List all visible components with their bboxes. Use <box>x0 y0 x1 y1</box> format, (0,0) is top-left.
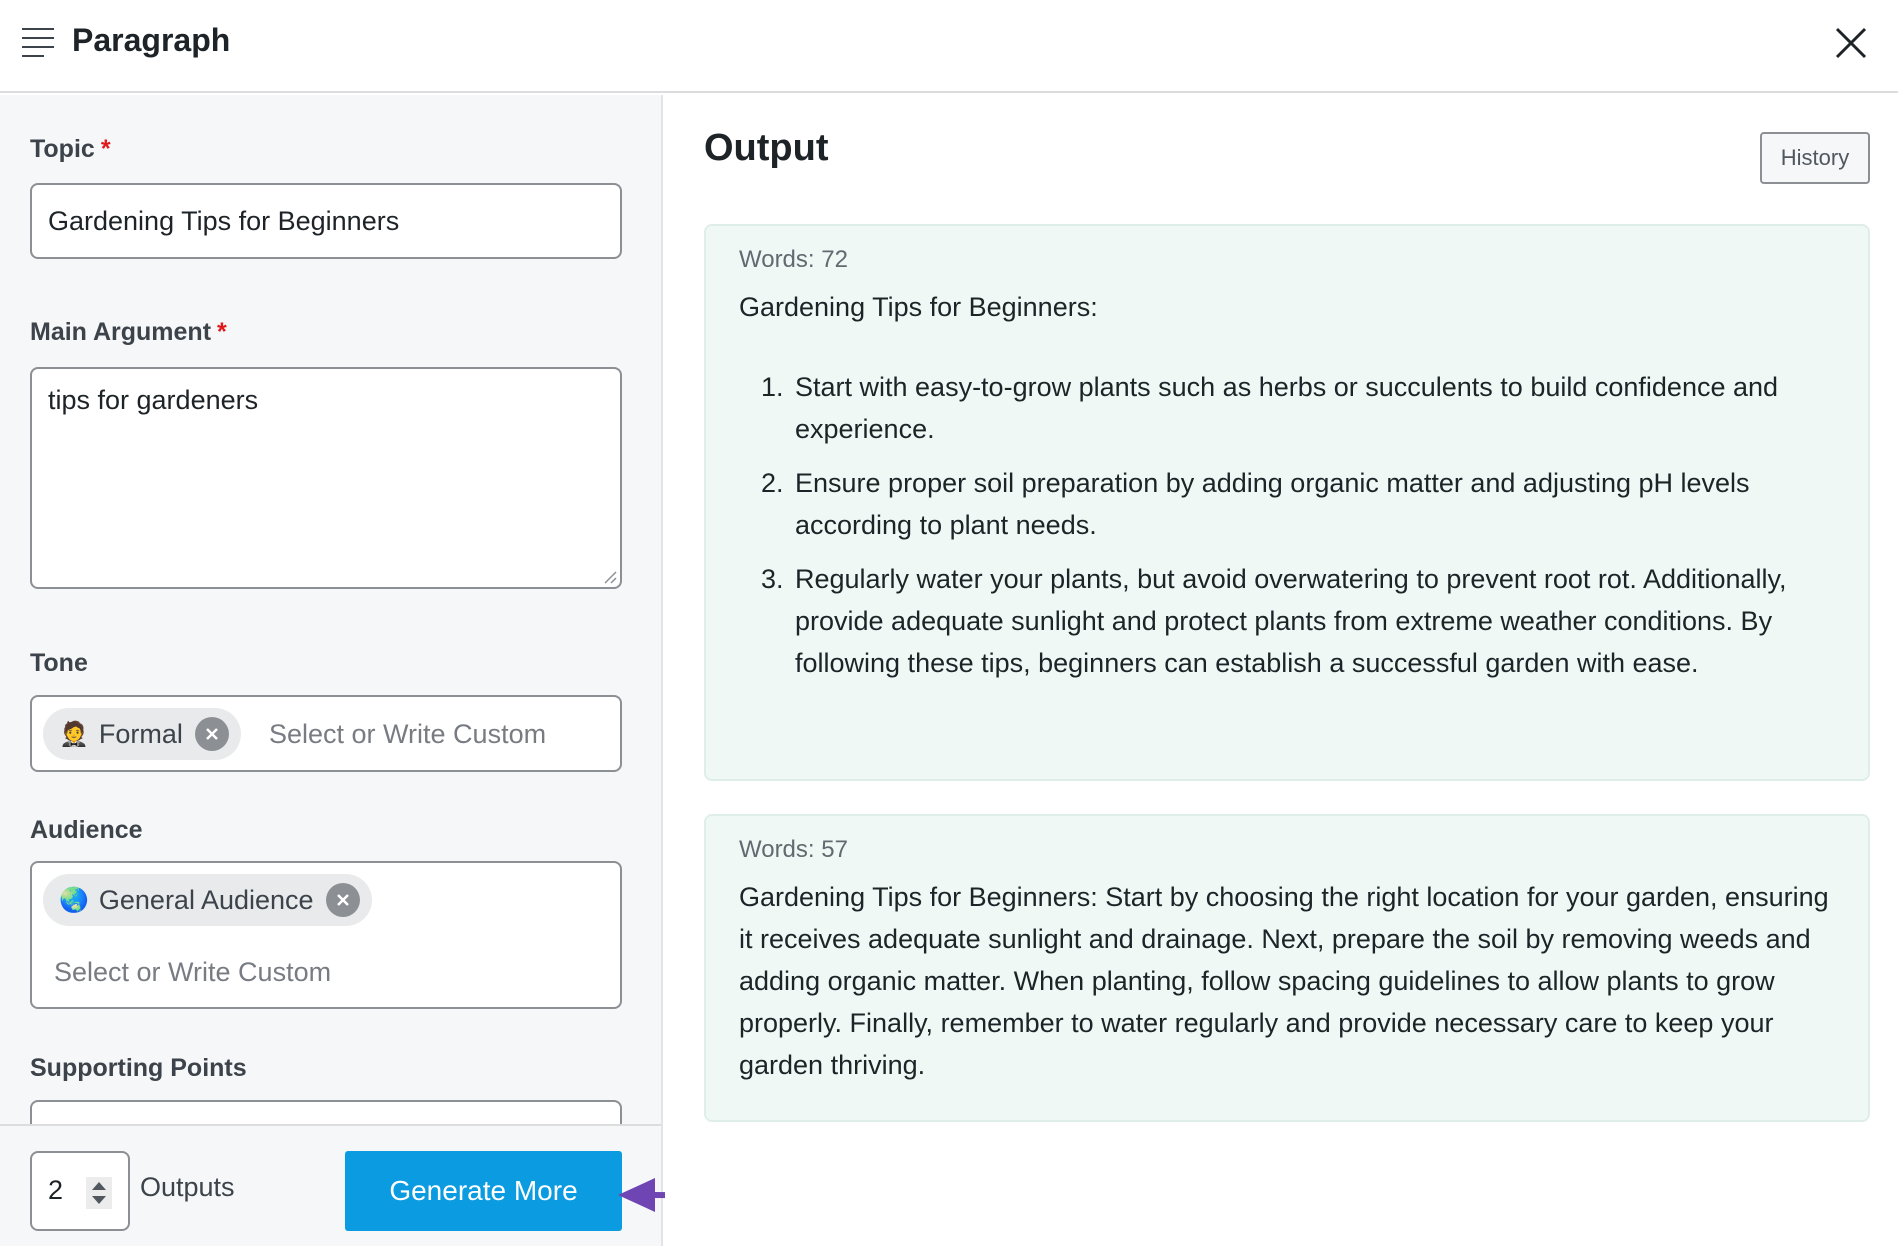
supporting-points-label: Supporting Points <box>30 1054 247 1082</box>
required-marker: * <box>100 135 111 163</box>
list-number: 1. <box>761 372 784 402</box>
list-item-text: Ensure proper soil preparation by adding… <box>795 468 1750 540</box>
list-item-text: Regularly water your plants, but avoid o… <box>795 564 1787 678</box>
stepper-up-down-icon <box>92 1182 106 1204</box>
stepper-arrows[interactable] <box>86 1177 112 1209</box>
output-card: Words: 72 Gardening Tips for Beginners: … <box>704 224 1870 781</box>
output-card: Words: 57 Gardening Tips for Beginners: … <box>704 814 1870 1122</box>
outputs-count-stepper[interactable]: 2 <box>30 1151 130 1231</box>
generate-footer: 2 Outputs Generate More <box>0 1124 661 1246</box>
main-argument-value: tips for gardeners <box>48 385 259 415</box>
person-in-tuxedo-icon: 🤵 <box>59 720 89 748</box>
modal-header: Paragraph <box>0 0 1898 93</box>
list-item: 2. Ensure proper soil preparation by add… <box>739 462 1838 546</box>
word-count: Words: 57 <box>739 836 848 863</box>
main-argument-label-text: Main Argument <box>30 318 212 346</box>
output-panel: Output History Words: 72 Gardening Tips … <box>665 95 1898 1246</box>
resize-handle-icon[interactable] <box>603 570 617 584</box>
list-item-text: Start with easy-to-grow plants such as h… <box>795 372 1779 444</box>
outputs-label: Outputs <box>140 1172 235 1202</box>
close-button[interactable] <box>1832 24 1870 62</box>
list-item: 3. Regularly water your plants, but avoi… <box>739 558 1838 684</box>
output-list: 1. Start with easy-to-grow plants such a… <box>739 366 1838 696</box>
close-icon <box>1835 27 1867 59</box>
topic-label: Topic * <box>30 135 111 164</box>
globe-icon: 🌏 <box>59 886 89 914</box>
output-title: Output <box>704 127 829 169</box>
audience-select[interactable]: 🌏 General Audience Select or Write Custo… <box>30 861 622 1009</box>
form-panel: Topic* Main Argument* tips for gardeners… <box>0 95 663 1246</box>
output-heading: Gardening Tips for Beginners: <box>739 292 1098 322</box>
tag-label: General Audience <box>98 884 314 915</box>
tone-tag-formal: 🤵 Formal <box>43 708 241 760</box>
remove-tag-button[interactable] <box>194 717 229 751</box>
history-button[interactable]: History <box>1760 132 1870 184</box>
page-title: Paragraph <box>72 22 231 58</box>
word-count: Words: 72 <box>739 246 848 273</box>
required-marker: * <box>217 318 227 346</box>
x-icon <box>336 894 349 906</box>
list-item: 1. Start with easy-to-grow plants such a… <box>739 366 1838 450</box>
x-icon <box>206 728 218 740</box>
tag-label: Formal <box>98 718 183 749</box>
tone-placeholder[interactable]: Select or Write Custom <box>269 719 546 750</box>
audience-placeholder[interactable]: Select or Write Custom <box>54 957 331 988</box>
tone-select[interactable]: 🤵 Formal Select or Write Custom <box>30 695 622 772</box>
tone-label: Tone <box>30 649 88 677</box>
outputs-count-value: 2 <box>48 1175 64 1205</box>
main-argument-label: Main Argument * <box>30 318 227 347</box>
generate-more-button[interactable]: Generate More <box>345 1151 622 1231</box>
topic-label-text: Topic <box>30 135 95 163</box>
topic-input[interactable] <box>30 183 622 259</box>
hamburger-menu-icon[interactable] <box>22 28 54 57</box>
list-number: 3. <box>761 564 784 594</box>
main-argument-textarea[interactable]: tips for gardeners <box>30 367 622 589</box>
audience-label: Audience <box>30 816 143 844</box>
output-text: Gardening Tips for Beginners: Start by c… <box>739 882 1829 1080</box>
remove-tag-button[interactable] <box>325 883 360 917</box>
list-number: 2. <box>761 468 784 498</box>
audience-tag-general: 🌏 General Audience <box>43 874 372 926</box>
